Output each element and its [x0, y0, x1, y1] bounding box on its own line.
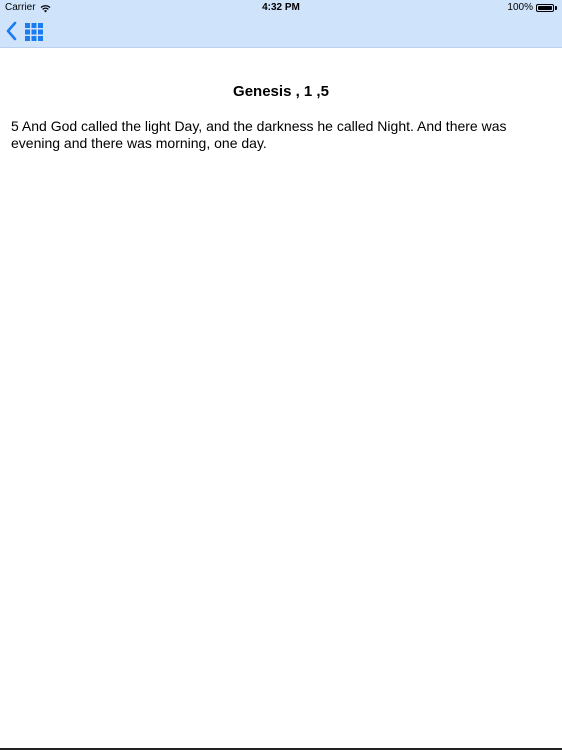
battery-percent: 100%: [507, 2, 533, 13]
page-title: Genesis , 1 ,5: [233, 83, 329, 100]
back-chevron-icon[interactable]: [4, 20, 20, 42]
status-bar: Carrier 4:32 PM 100%: [0, 0, 562, 16]
grid-menu-icon[interactable]: [24, 22, 44, 42]
navigation-bar: [0, 16, 562, 47]
top-bar: Carrier 4:32 PM 100%: [0, 0, 562, 48]
battery-indicator: 100%: [507, 0, 557, 16]
screen: Carrier 4:32 PM 100% Genesis , 1 ,5 5 An…: [0, 0, 562, 750]
verse-text: 5 And God called the light Day, and the …: [11, 118, 507, 151]
status-time: 4:32 PM: [262, 2, 300, 13]
battery-icon: [536, 4, 554, 12]
